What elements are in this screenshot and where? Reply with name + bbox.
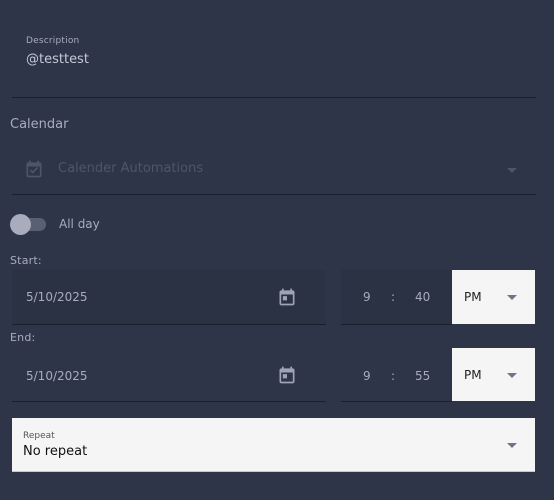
start-hour[interactable]: 9 (363, 290, 371, 304)
end-minute[interactable]: 55 (415, 369, 430, 383)
calendar-icon (24, 159, 44, 183)
start-ampm-value: PM (464, 290, 482, 304)
end-time-field[interactable]: 9 : 55 (341, 348, 452, 402)
start-time-field[interactable]: 9 : 40 (341, 270, 452, 325)
start-date-picker-icon[interactable] (277, 287, 297, 307)
start-date-field[interactable]: 5/10/2025 (12, 270, 326, 325)
repeat-select[interactable]: Repeat No repeat (12, 418, 535, 472)
calendar-dropdown-caret (507, 168, 517, 173)
description-value[interactable]: @testtest (26, 52, 89, 67)
end-date-picker-icon[interactable] (277, 365, 297, 385)
end-date-value: 5/10/2025 (26, 369, 88, 383)
start-label: Start: (10, 254, 42, 267)
start-ampm-caret (507, 295, 517, 300)
calendar-selected-value: Calender Automations (58, 161, 204, 176)
start-minute[interactable]: 40 (415, 290, 430, 304)
end-ampm-value: PM (464, 368, 482, 382)
end-hour[interactable]: 9 (363, 369, 371, 383)
calendar-section-label: Calendar (10, 117, 69, 132)
all-day-toggle-thumb (10, 214, 31, 235)
end-ampm-caret (507, 373, 517, 378)
calendar-select[interactable]: Calender Automations (12, 148, 536, 194)
start-date-value: 5/10/2025 (26, 290, 88, 304)
description-label: Description (26, 36, 80, 46)
repeat-value: No repeat (23, 444, 88, 459)
description-underline (12, 97, 536, 98)
start-ampm-select[interactable]: PM (452, 270, 535, 324)
end-date-field[interactable]: 5/10/2025 (12, 348, 326, 402)
calendar-underline (12, 194, 536, 195)
end-time-separator: : (391, 369, 396, 383)
end-label: End: (10, 331, 36, 344)
start-time-separator: : (391, 290, 396, 304)
repeat-label: Repeat (23, 431, 55, 441)
end-ampm-select[interactable]: PM (452, 348, 535, 401)
repeat-dropdown-caret (507, 443, 517, 448)
all-day-label: All day (59, 217, 100, 231)
